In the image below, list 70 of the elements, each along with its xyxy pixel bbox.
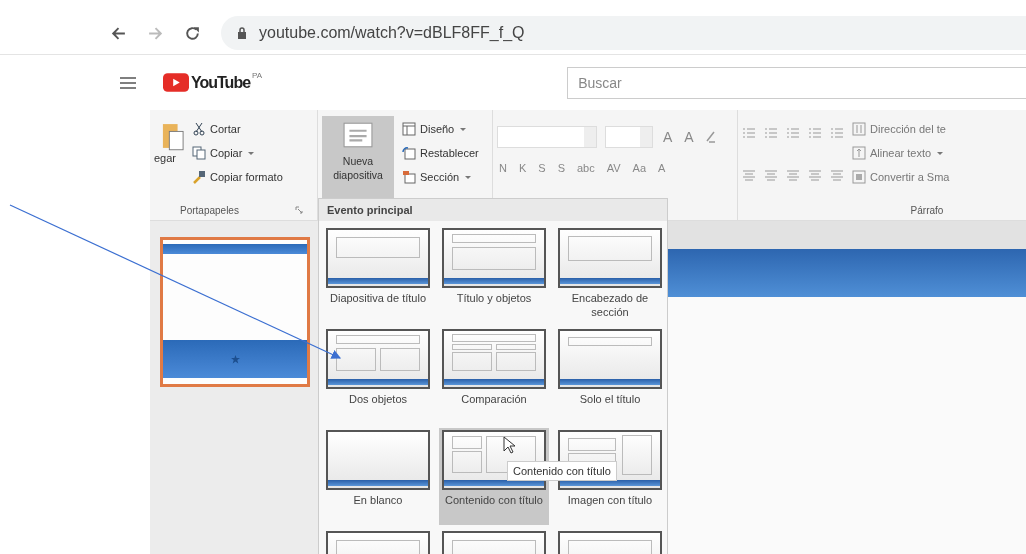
brush-icon[interactable] bbox=[192, 170, 206, 184]
layout-icon[interactable] bbox=[402, 122, 416, 136]
scissors-icon[interactable] bbox=[192, 122, 206, 136]
eraser-icon[interactable] bbox=[703, 130, 718, 144]
tooltip: Contenido con título bbox=[507, 461, 617, 481]
cursor-icon bbox=[503, 436, 515, 454]
reload-icon[interactable] bbox=[184, 24, 201, 42]
smartart-icon[interactable] bbox=[852, 170, 866, 184]
layout-preview-icon bbox=[326, 430, 430, 490]
align-text-icon[interactable] bbox=[852, 146, 866, 160]
command-label[interactable]: Convertir a Sma bbox=[870, 171, 950, 183]
layout-preview-icon bbox=[326, 329, 430, 389]
layout-option[interactable]: Comparación bbox=[439, 327, 549, 424]
font-size-field[interactable] bbox=[605, 126, 653, 148]
font-name-field[interactable] bbox=[497, 126, 597, 148]
section-icon[interactable] bbox=[402, 170, 416, 184]
layout-preview-icon bbox=[558, 329, 662, 389]
list-icon[interactable] bbox=[830, 126, 844, 140]
address-bar[interactable]: youtube.com/watch?v=dBLF8FF_f_Q bbox=[221, 16, 1026, 50]
menu-heading: Evento principal bbox=[327, 204, 413, 216]
command-label[interactable]: Cortar bbox=[210, 123, 241, 135]
align-icon[interactable] bbox=[786, 168, 800, 182]
logo-text[interactable]: YouTube bbox=[191, 73, 251, 92]
text-direction-icon[interactable] bbox=[852, 122, 866, 136]
align-icon[interactable] bbox=[830, 168, 844, 182]
layout-option[interactable]: Solo el título bbox=[555, 327, 665, 424]
slide-thumbnail[interactable] bbox=[160, 237, 310, 387]
group-title: Portapapeles bbox=[180, 204, 239, 216]
launcher-icon[interactable] bbox=[295, 206, 303, 214]
layout-option[interactable]: Diapositiva de título bbox=[323, 226, 433, 323]
copy-icon[interactable] bbox=[192, 146, 206, 160]
lock-icon bbox=[237, 27, 247, 39]
command-label[interactable]: Alinear texto bbox=[870, 147, 932, 159]
reset-icon[interactable] bbox=[402, 146, 416, 160]
region-code: PA bbox=[252, 71, 263, 80]
group-title: Párrafo bbox=[910, 204, 944, 216]
caret-icon bbox=[460, 127, 467, 131]
list-icon[interactable] bbox=[764, 126, 778, 140]
layout-option[interactable]: Título y objetos bbox=[439, 226, 549, 323]
layout-option[interactable]: Dos objetos bbox=[323, 327, 433, 424]
new-slide-label[interactable]: Nueva diapositiva bbox=[324, 154, 392, 182]
url-text: youtube.com/watch?v=dBLF8FF_f_Q bbox=[259, 24, 525, 42]
caret-icon bbox=[937, 151, 944, 155]
menu-icon[interactable] bbox=[120, 76, 136, 89]
paste-label[interactable]: egar bbox=[154, 152, 177, 164]
list-icon[interactable] bbox=[742, 126, 756, 140]
layout-preview-icon bbox=[442, 329, 546, 389]
layout-option[interactable]: Encabezado de sección bbox=[555, 226, 665, 323]
align-icon[interactable] bbox=[764, 168, 778, 182]
layout-preview-icon bbox=[558, 228, 662, 288]
command-label[interactable]: Dirección del te bbox=[870, 123, 946, 135]
command-label[interactable]: Diseño bbox=[420, 123, 455, 135]
command-label[interactable]: Sección bbox=[420, 171, 460, 183]
new-slide-button[interactable]: Nueva diapositiva bbox=[322, 116, 394, 198]
star-icon bbox=[230, 354, 240, 364]
list-icon[interactable] bbox=[786, 126, 800, 140]
layout-option[interactable]: En blanco bbox=[323, 428, 433, 525]
slide-icon bbox=[343, 122, 373, 148]
caret-icon bbox=[248, 151, 255, 155]
command-label[interactable]: Restablecer bbox=[420, 147, 479, 159]
list-icon[interactable] bbox=[808, 126, 822, 140]
align-icon[interactable] bbox=[808, 168, 822, 182]
align-icon[interactable] bbox=[742, 168, 756, 182]
search-field[interactable]: Buscar bbox=[567, 66, 1026, 99]
layout-preview-icon bbox=[442, 228, 546, 288]
command-label[interactable]: Copiar formato bbox=[210, 171, 283, 183]
command-label[interactable]: Copiar bbox=[210, 147, 243, 159]
layout-preview-icon bbox=[326, 228, 430, 288]
caret-icon bbox=[465, 175, 472, 179]
play-logo-icon bbox=[163, 73, 189, 92]
